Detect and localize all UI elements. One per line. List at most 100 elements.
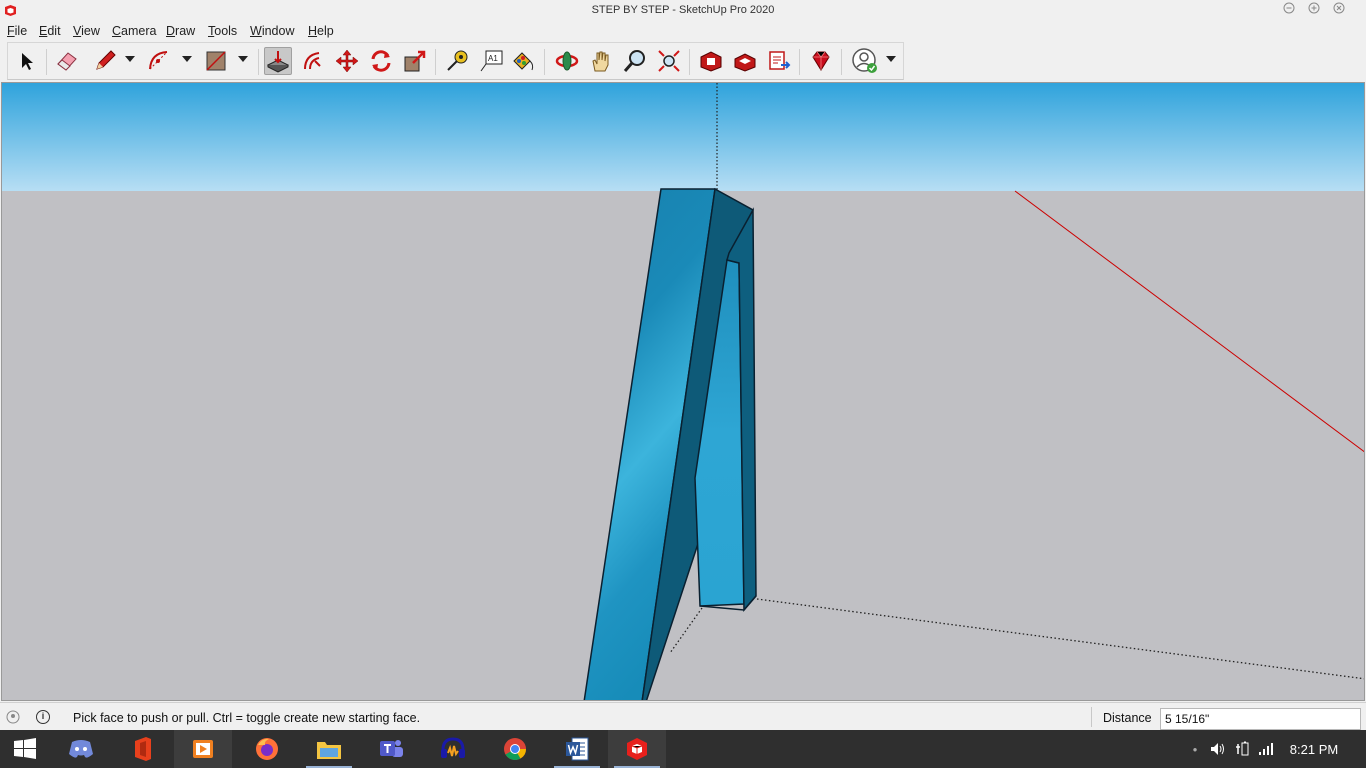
menu-camera[interactable]: Camera [112,24,156,38]
line-tool-button[interactable] [91,47,119,75]
push-pull-tool-button[interactable] [264,47,292,75]
menu-help[interactable]: Help [308,24,334,38]
taskbar-word[interactable] [548,730,606,768]
menu-tools[interactable]: Tools [208,24,237,38]
info-icon[interactable]: i [36,710,50,724]
svg-text:A1: A1 [488,54,498,63]
taskbar-firefox[interactable] [238,730,296,768]
menu-window[interactable]: Window [250,24,294,38]
extension-warehouse-button[interactable] [731,47,759,75]
zoom-extents-icon [658,50,680,72]
office-icon [135,737,151,761]
network-icon[interactable] [1256,730,1276,768]
toolbar-separator [799,49,800,75]
status-separator [1091,707,1092,727]
folder-icon [317,742,341,759]
video-player-icon [193,740,213,758]
select-tool-button[interactable] [13,47,41,75]
rectangle-dropdown-icon[interactable] [238,56,248,62]
pushpull-icon [266,51,290,73]
main-toolbar: A1 [7,42,904,80]
pencil-icon [96,50,116,70]
volume-icon[interactable] [1208,730,1228,768]
account-dropdown-icon[interactable] [886,56,896,62]
rectangle-icon [206,51,226,71]
scene-canvas[interactable] [2,83,1365,701]
toolbar-separator [435,49,436,75]
sketchup-icon [627,738,647,760]
taskbar-vlc[interactable] [174,730,232,768]
rotate-tool-button[interactable] [367,47,395,75]
tape-measure-tool-button[interactable] [443,47,471,75]
send-to-layout-button[interactable] [765,47,793,75]
menu-file[interactable]: File [7,24,27,38]
menu-view[interactable]: View [73,24,100,38]
arc-icon [149,51,168,70]
close-button[interactable] [1330,2,1348,18]
toolbar-separator [544,49,545,75]
account-button[interactable] [851,47,879,75]
firefox-icon [256,738,278,760]
offset-tool-button[interactable] [299,47,327,75]
tape-icon [447,50,468,71]
toolbar-separator [258,49,259,75]
taskbar-sketchup[interactable] [608,730,666,768]
layout-icon [769,51,791,70]
show-hidden-icons[interactable]: ● [1188,730,1202,768]
window-title: STEP BY STEP - SketchUp Pro 2020 [591,4,775,16]
taskbar-teams[interactable] [362,730,420,768]
menu-bar: File Edit View Camera Draw Tools Window … [0,22,1366,41]
distance-label: Distance [1103,711,1152,725]
arrow-icon [22,53,33,70]
teams-icon [380,740,403,757]
offset-icon [304,52,321,70]
warehouse-icon [700,51,722,72]
3d-warehouse-button[interactable] [697,47,725,75]
paint-icon [513,52,534,71]
taskbar-office[interactable] [114,730,172,768]
eraser-icon [57,52,77,71]
menu-draw[interactable]: Draw [166,24,195,38]
title-bar: STEP BY STEP - SketchUp Pro 2020 [0,0,1366,21]
toolbar-separator [46,49,47,75]
battery-icon[interactable] [1232,730,1252,768]
taskbar-file-explorer[interactable] [300,730,358,768]
windows-icon [14,738,36,759]
ruby-console-button[interactable] [807,47,835,75]
move-icon [335,49,359,73]
measurements-input[interactable] [1160,708,1361,730]
ruby-icon [812,51,830,71]
taskbar-clock[interactable]: 8:21 PM [1280,742,1348,757]
move-tool-button[interactable] [333,47,361,75]
signal-icon [1259,743,1273,755]
taskbar-discord[interactable] [52,730,110,768]
text-tool-button[interactable]: A1 [477,47,505,75]
pan-tool-button[interactable] [587,47,615,75]
toolbar-separator [689,49,690,75]
chrome-icon [504,738,526,760]
menu-edit[interactable]: Edit [39,24,61,38]
word-icon [566,737,589,761]
taskbar-audacity[interactable] [424,730,482,768]
rectangle-tool-button[interactable] [202,47,230,75]
paint-bucket-tool-button[interactable] [509,47,537,75]
arc-tool-button[interactable] [146,47,174,75]
taskbar-chrome[interactable] [486,730,544,768]
geolocation-icon[interactable] [6,710,20,724]
toolbar-separator [841,49,842,75]
eraser-tool-button[interactable] [53,47,81,75]
zoom-extents-tool-button[interactable] [655,47,683,75]
scale-tool-button[interactable] [401,47,429,75]
zoom-tool-button[interactable] [621,47,649,75]
minimize-button[interactable] [1280,2,1298,18]
modeling-viewport[interactable] [1,82,1365,701]
maximize-button[interactable] [1305,2,1323,18]
battery-plug-icon [1236,741,1249,756]
discord-icon [69,740,93,758]
taskbar: ● 8:21 PM [0,730,1366,768]
orbit-tool-button[interactable] [553,47,581,75]
arc-dropdown-icon[interactable] [182,56,192,62]
line-dropdown-icon[interactable] [125,56,135,62]
start-button[interactable] [0,730,50,768]
status-bar: i Pick face to push or pull. Ctrl = togg… [0,702,1366,730]
